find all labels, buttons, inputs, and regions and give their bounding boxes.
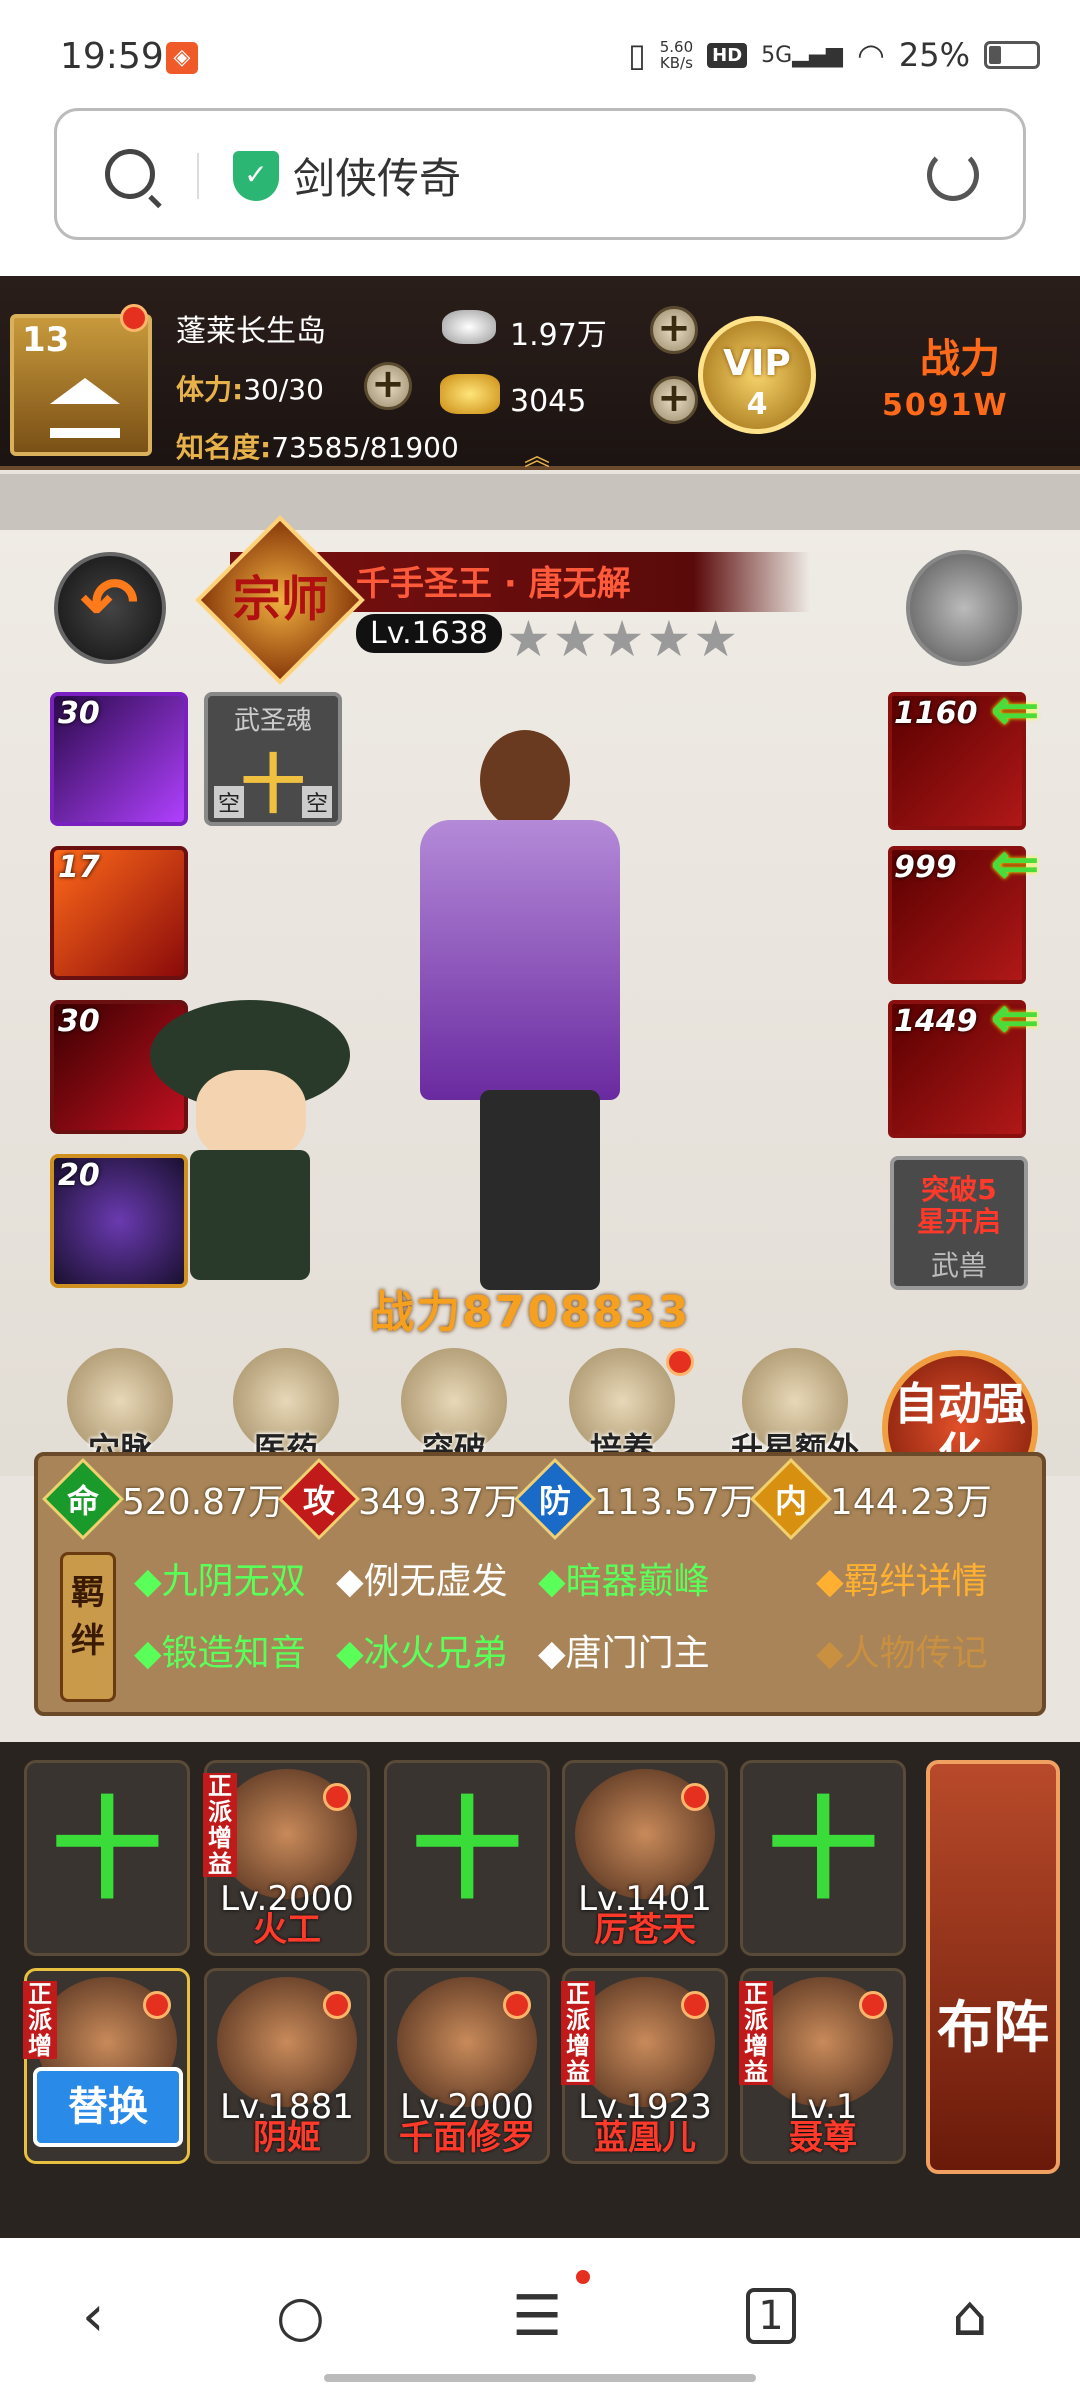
teammate-slot[interactable]: 正派增益 Lv.1 聂尊 xyxy=(739,1968,906,2164)
browser-bottom-nav: ‹ ○ ☰ 1 ⌂ xyxy=(0,2238,1080,2388)
address-bar[interactable]: ✓ 剑侠传奇 xyxy=(54,108,1026,240)
teammate-slot[interactable]: Lv.1401 厉苍天 xyxy=(562,1760,728,1956)
bond-item: ◆唐门门主 xyxy=(538,1633,710,1674)
upgrade-arrow-icon: ⇐ xyxy=(990,983,1041,1053)
hero-power: 战力8708833 xyxy=(370,1287,691,1338)
tabs-icon[interactable]: 1 xyxy=(746,2288,796,2344)
teammate-slot[interactable]: Lv.1881 阴姬 xyxy=(204,1968,370,2164)
fame: 知名度:73585/81900 xyxy=(176,431,459,464)
vibrate-icon: ▯ xyxy=(628,36,646,74)
menu-icon[interactable]: ☰ xyxy=(512,2284,562,2349)
attack-badge: 攻 xyxy=(277,1457,360,1541)
back-button[interactable] xyxy=(54,552,166,664)
hero-panel: 宗师 千手圣王 · 唐无解 Lv.1638 ★★★★★ 30 武圣魂 十 空 空… xyxy=(0,515,1080,1506)
expand-chevron-icon[interactable]: ︽ xyxy=(524,436,550,473)
teammate-slot[interactable]: 正派增益 Lv.2000 火工 xyxy=(203,1760,370,1956)
player-name: 蓬莱长生岛 xyxy=(176,314,326,349)
status-bar: 19:59 ◈ ▯ 5.60 KB/s HD 5G▂▄▆ ◠ 25% xyxy=(0,0,1080,110)
player-level-badge[interactable]: 13 xyxy=(10,314,152,456)
bond-item: ◆锻造知音 xyxy=(134,1633,306,1674)
gesture-bar xyxy=(324,2374,756,2382)
team-lineup: 十 正派增益 Lv.2000 火工 十 Lv.1401 厉苍天 十 正派增 替换 Lv.… xyxy=(0,1742,1080,2238)
bond-item: ◆例无虚发 xyxy=(336,1561,508,1602)
clock: 19:59 xyxy=(60,36,164,77)
stat-row: 命 520.87万 攻 349.37万 防 113.57万 内 144.23万 xyxy=(41,1457,998,1541)
empty-slot[interactable]: 十 xyxy=(24,1760,190,1956)
hd-icon: HD xyxy=(707,42,748,68)
battery-icon xyxy=(984,41,1040,69)
rank-emblem: 宗师 xyxy=(195,515,365,685)
net-speed: 5.60 KB/s xyxy=(659,38,694,72)
swap-button[interactable]: 替换 xyxy=(33,2067,183,2147)
breakthrough-beast-slot[interactable]: 突破5 星开启 武兽 xyxy=(890,1156,1028,1290)
add-stamina-button[interactable]: + xyxy=(364,362,412,410)
meditating-monk-icon[interactable] xyxy=(906,550,1022,666)
palace-icon xyxy=(50,378,120,438)
current-hero-slot[interactable]: 正派增 替换 xyxy=(23,1968,190,2164)
bond-details-link[interactable]: ◆羁绊详情 xyxy=(816,1552,988,1604)
divider xyxy=(197,153,199,199)
hero-figure xyxy=(330,730,710,1290)
bond-item: ◆暗器巅峰 xyxy=(538,1561,710,1602)
total-power-value: 5091W xyxy=(882,388,1009,423)
teammate-slot[interactable]: 正派增益 Lv.1923 蓝凰儿 xyxy=(561,1968,728,2164)
wifi-icon: ◠ xyxy=(856,36,885,74)
chibi-guard-figure xyxy=(150,960,350,1280)
inner-badge: 内 xyxy=(749,1457,832,1541)
bond-label: 羁绊 xyxy=(60,1552,116,1702)
search-icon[interactable] xyxy=(105,149,155,199)
reload-icon[interactable] xyxy=(927,149,979,201)
total-power-label: 战力 xyxy=(920,336,1000,382)
formation-button[interactable]: 布阵 xyxy=(926,1760,1060,2174)
empty-slot[interactable]: 十 xyxy=(740,1760,906,1956)
add-gold-button[interactable]: + xyxy=(650,376,698,424)
divider-band xyxy=(0,474,1080,530)
hero-level: Lv.1638 xyxy=(356,614,503,653)
attributes-panel: 命 520.87万 攻 349.37万 防 113.57万 内 144.23万 羁绊 ◆… xyxy=(34,1452,1046,1716)
bond-item: ◆九阴无双 xyxy=(134,1561,306,1602)
hero-stars: ★★★★★ xyxy=(506,610,741,668)
upgrade-arrow-icon: ⇐ xyxy=(990,675,1041,745)
hero-name: 千手圣王 · 唐无解 xyxy=(356,564,631,604)
page-title[interactable]: 剑侠传奇 xyxy=(293,145,461,206)
skill-slot[interactable]: 30 xyxy=(50,692,188,826)
life-badge: 命 xyxy=(41,1457,125,1541)
notification-dot xyxy=(666,1348,694,1376)
teammate-slot[interactable]: Lv.2000 千面修罗 xyxy=(384,1968,550,2164)
vip-badge[interactable]: VIP 4 xyxy=(698,316,816,434)
status-icons: ▯ 5.60 KB/s HD 5G▂▄▆ ◠ 25% xyxy=(628,36,1040,74)
app-notification-icon: ◈ xyxy=(166,42,198,74)
martial-soul-slot[interactable]: 武圣魂 十 空 空 xyxy=(204,692,342,826)
signal-icon: 5G▂▄▆ xyxy=(761,42,843,68)
silver-amount: 1.97万 xyxy=(510,318,607,353)
gold-icon xyxy=(440,374,500,414)
back-icon[interactable]: ‹ xyxy=(82,2284,104,2349)
silver-icon xyxy=(442,310,496,344)
defense-badge: 防 xyxy=(513,1457,596,1541)
notification-dot xyxy=(576,2270,590,2284)
stamina: 体力:30/30 xyxy=(176,373,324,406)
game-canvas[interactable]: 13 蓬莱长生岛 体力:30/30 + 知名度:73585/81900 1.97… xyxy=(0,276,1080,2238)
add-silver-button[interactable]: + xyxy=(650,306,698,354)
notification-dot xyxy=(120,304,148,332)
battery-percent: 25% xyxy=(898,36,970,74)
upgrade-arrow-icon: ⇐ xyxy=(990,829,1041,899)
secure-shield-icon: ✓ xyxy=(233,151,279,201)
gold-amount: 3045 xyxy=(510,384,587,419)
bond-item: ◆冰火兄弟 xyxy=(336,1633,508,1674)
biography-link[interactable]: ◆人物传记 xyxy=(816,1624,988,1676)
player-top-bar: 13 蓬莱长生岛 体力:30/30 + 知名度:73585/81900 1.97… xyxy=(0,276,1080,473)
empty-slot[interactable]: 十 xyxy=(384,1760,550,1956)
home-icon[interactable]: ⌂ xyxy=(952,2284,988,2349)
search-icon[interactable]: ○ xyxy=(276,2284,325,2349)
